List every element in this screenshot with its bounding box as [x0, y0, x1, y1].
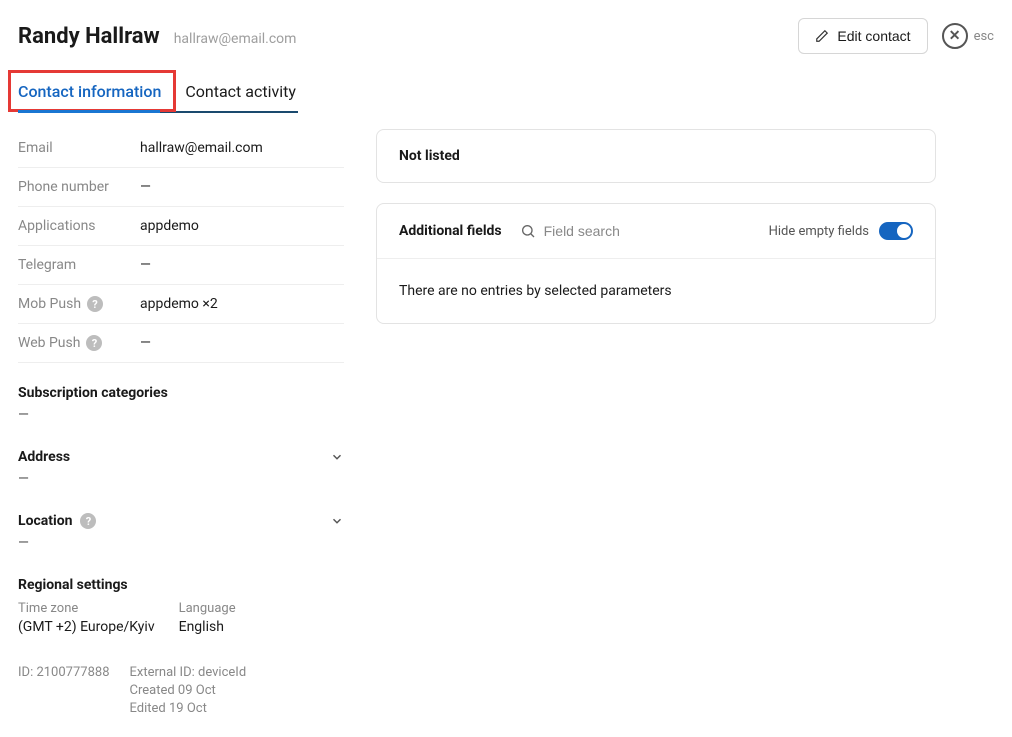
label-applications: Applications: [18, 218, 140, 234]
subscription-categories-header: Subscription categories: [18, 385, 344, 401]
tab-contact-information[interactable]: Contact information: [18, 74, 161, 111]
help-icon[interactable]: ?: [86, 335, 102, 351]
external-id-value: External ID: deviceId: [130, 665, 247, 680]
address-label: Address: [18, 449, 70, 465]
hide-empty-fields-toggle[interactable]: [879, 222, 913, 240]
not-listed-card: Not listed: [377, 130, 935, 182]
esc-label: esc: [974, 29, 994, 44]
additional-fields-title: Additional fields: [399, 223, 502, 239]
search-icon: [520, 223, 536, 239]
timezone-label: Time zone: [18, 601, 155, 616]
value-web-push: —: [140, 335, 151, 351]
label-telegram: Telegram: [18, 257, 140, 273]
value-mob-push: appdemo ×2: [140, 296, 218, 312]
chevron-down-icon: [330, 450, 344, 464]
help-icon[interactable]: ?: [80, 513, 96, 529]
language-value: English: [179, 619, 236, 635]
value-phone: —: [140, 179, 151, 195]
chevron-down-icon: [330, 514, 344, 528]
close-icon: ✕: [942, 23, 968, 49]
label-mob-push: Mob Push ?: [18, 296, 140, 312]
tab-contact-activity[interactable]: Contact activity: [185, 74, 296, 111]
contact-name: Randy Hallraw: [18, 24, 160, 49]
label-web-push: Web Push ?: [18, 335, 140, 351]
edit-contact-label: Edit contact: [837, 28, 910, 44]
value-email: hallraw@email.com: [140, 140, 263, 156]
address-section[interactable]: Address: [18, 449, 344, 465]
field-search-input[interactable]: [544, 223, 751, 239]
value-telegram: —: [140, 257, 151, 273]
pencil-icon: [815, 29, 829, 43]
tabs: Contact information Contact activity: [18, 74, 298, 113]
regional-settings-header: Regional settings: [18, 577, 344, 593]
contact-email: hallraw@email.com: [174, 31, 297, 47]
edit-contact-button[interactable]: Edit contact: [798, 18, 927, 54]
timezone-value: (GMT +2) Europe/Kyiv: [18, 619, 155, 635]
close-button[interactable]: ✕ esc: [942, 23, 994, 49]
location-label: Location ?: [18, 513, 96, 529]
help-icon[interactable]: ?: [87, 296, 103, 312]
no-entries-message: There are no entries by selected paramet…: [377, 259, 935, 323]
subscription-categories-value: —: [18, 407, 344, 423]
hide-empty-fields-label: Hide empty fields: [769, 224, 869, 239]
location-section[interactable]: Location ?: [18, 513, 344, 529]
id-value: ID: 2100777888: [18, 665, 110, 719]
address-value: —: [18, 471, 344, 487]
language-label: Language: [179, 601, 236, 616]
active-tab-underline: [18, 110, 160, 113]
location-value: —: [18, 535, 344, 551]
label-email: Email: [18, 140, 140, 156]
created-value: Created 09 Oct: [130, 683, 247, 698]
edited-value: Edited 19 Oct: [130, 701, 247, 716]
label-phone: Phone number: [18, 179, 140, 195]
value-applications: appdemo: [140, 218, 199, 234]
